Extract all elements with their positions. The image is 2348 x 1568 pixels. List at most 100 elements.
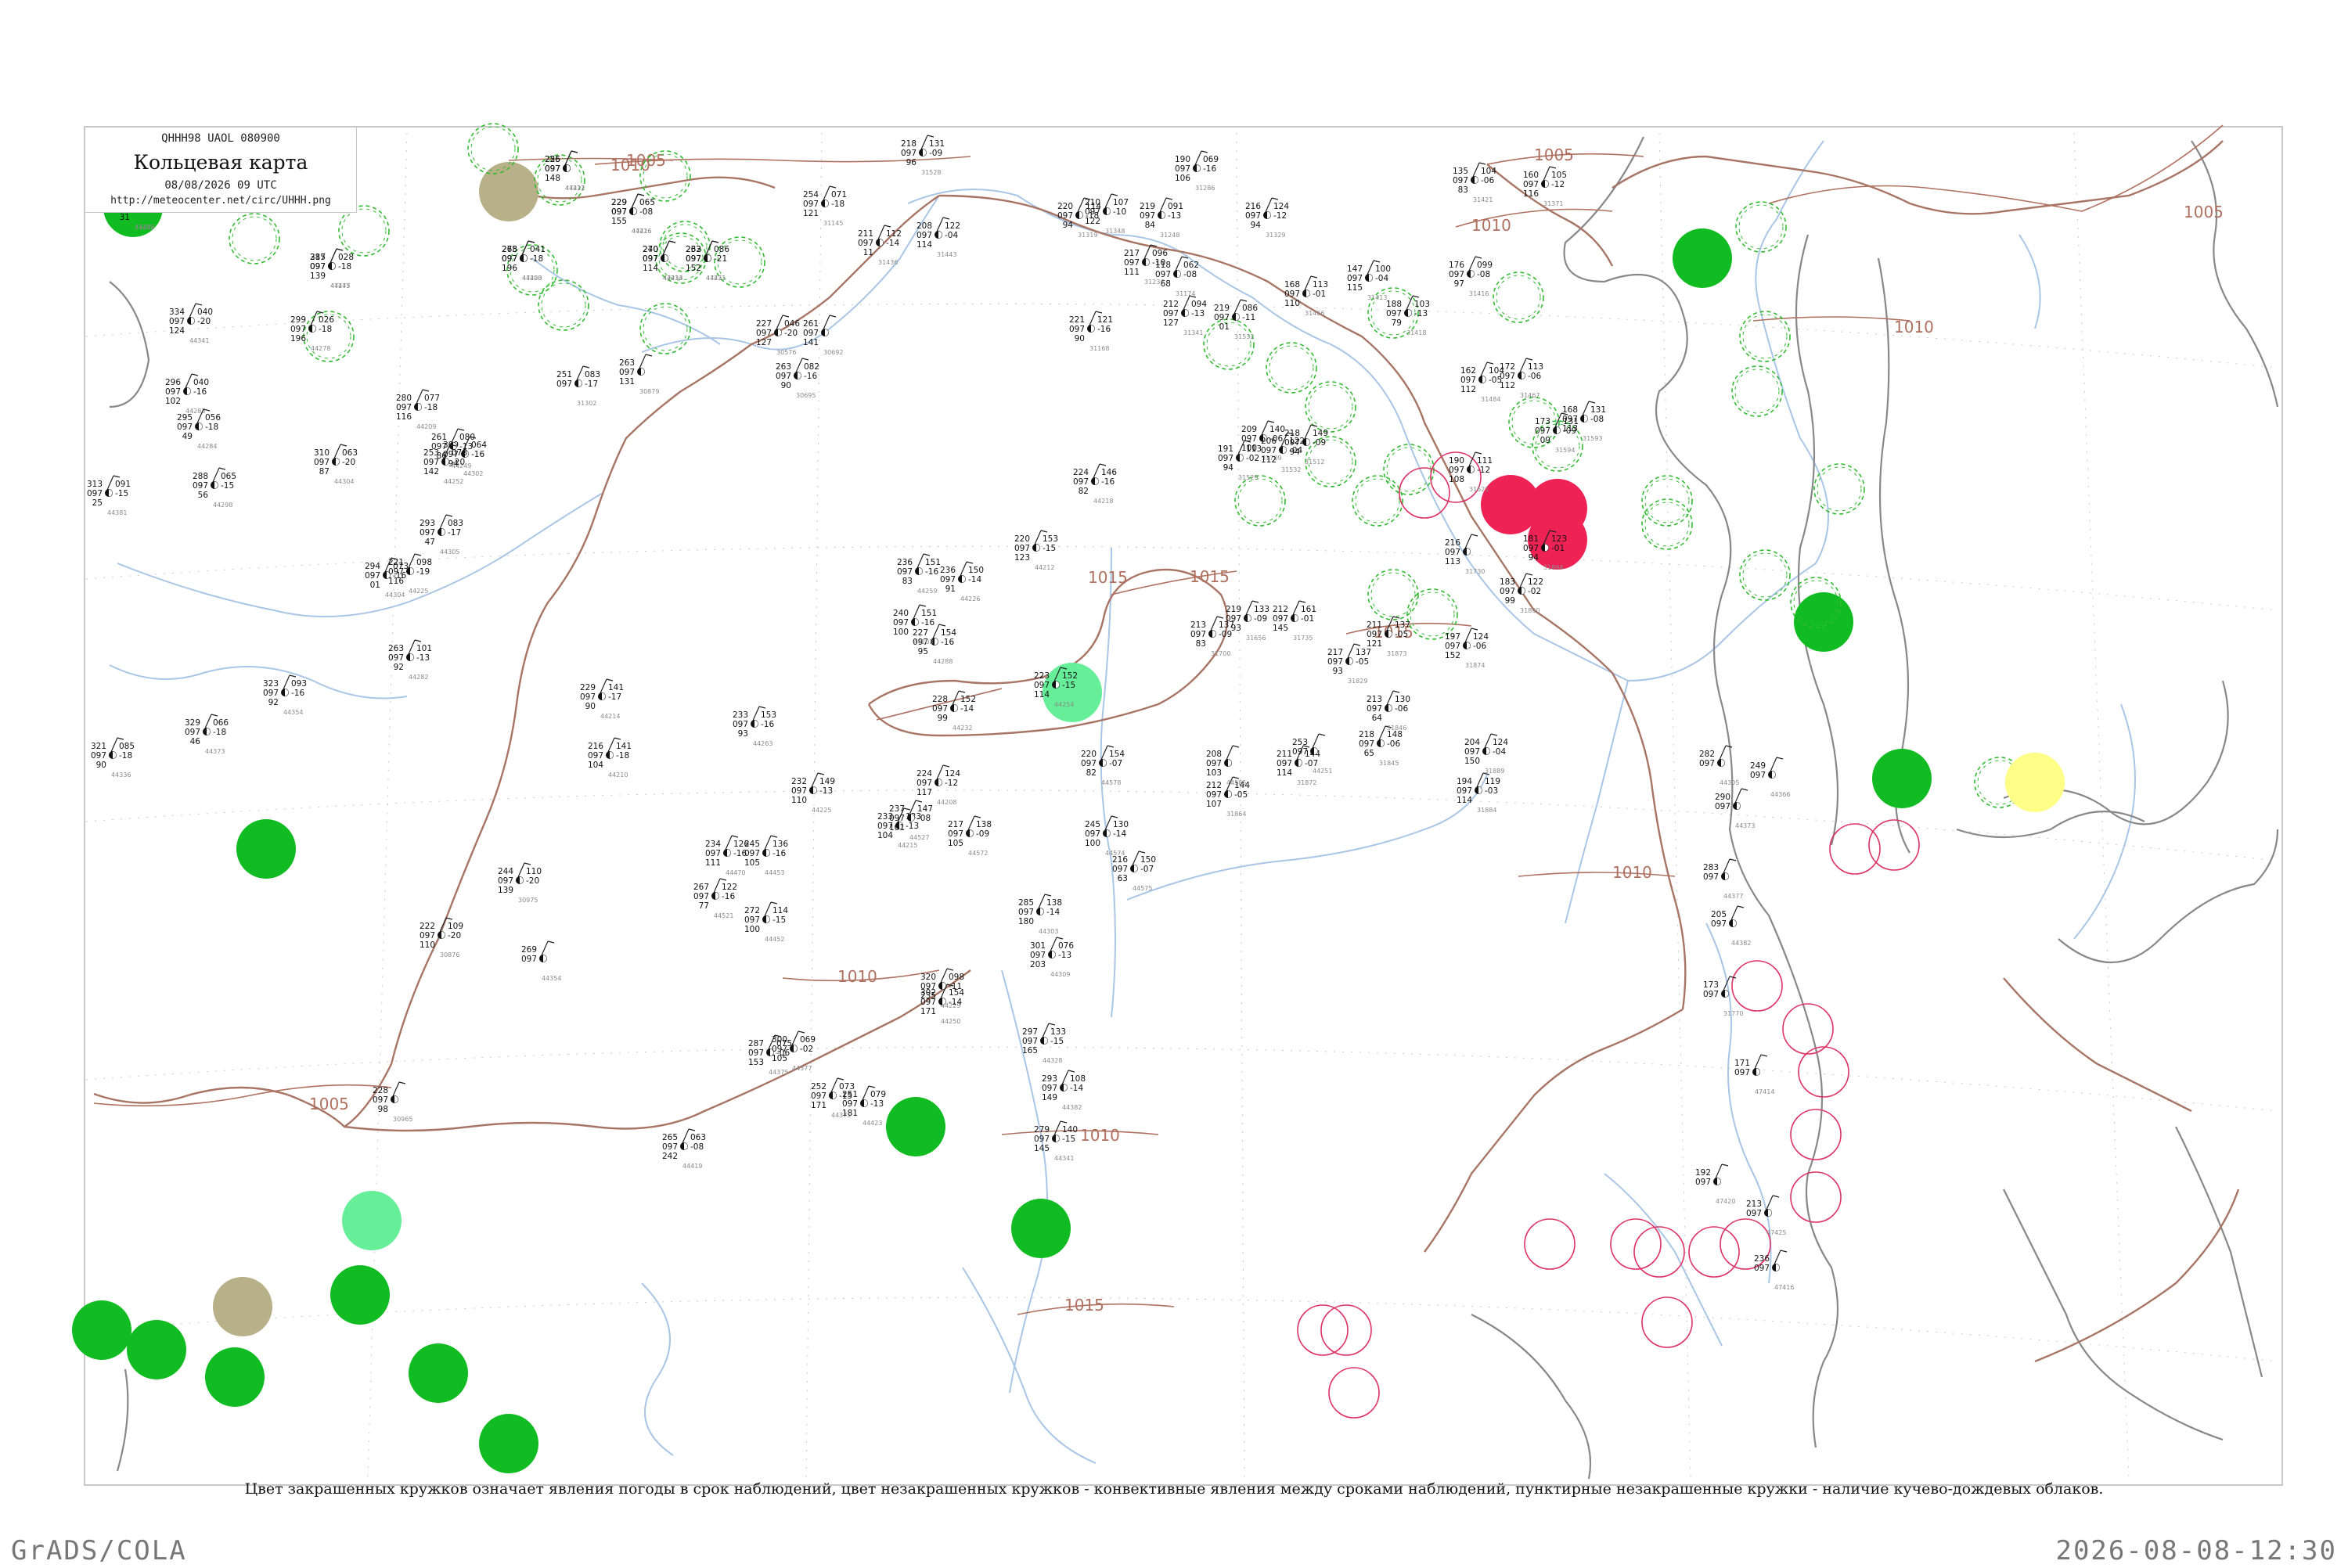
precip-filled-circle (886, 1097, 945, 1156)
station-index: 47420 (1716, 1198, 1735, 1205)
station-pressure: 147 (1347, 264, 1363, 274)
station-pressure: 229 (611, 198, 627, 207)
station-tendency: 097 (1445, 642, 1460, 651)
station-dewpoint: -18 (319, 325, 332, 334)
station-dewpoint: -08 (1590, 415, 1604, 424)
station-visibility: 145 (1273, 624, 1288, 633)
station-dewpoint: -09 (929, 149, 942, 158)
station-tendency: 097 (290, 325, 306, 334)
station-visibility: 114 (917, 240, 932, 250)
station-pressure: 227 (913, 628, 928, 638)
station-visibility: 82 (1086, 768, 1097, 778)
station-temperature: 150 (1140, 855, 1156, 865)
station-visibility: 92 (268, 698, 279, 707)
station-dewpoint: -09 (1563, 426, 1576, 436)
station-index: 44252 (444, 478, 463, 485)
station-dewpoint: -06 (1481, 176, 1494, 185)
station-temperature: 130 (1395, 695, 1410, 704)
station-pressure: 265 (662, 1133, 678, 1142)
station-pressure: 204 (1464, 738, 1480, 747)
station-temperature: 046 (784, 319, 800, 329)
station-temperature: 026 (319, 315, 334, 325)
station-tendency: 097 (1367, 704, 1382, 714)
station-dewpoint: -19 (416, 567, 430, 577)
station-tendency: 097 (1261, 446, 1277, 455)
station-tendency: 097 (1711, 919, 1727, 929)
precip-filled-circle (72, 1300, 131, 1360)
station-tendency: 097 (420, 528, 435, 538)
station-index: 44225 (812, 807, 831, 814)
station-tendency: 097 (177, 423, 193, 432)
station-pressure: 176 (1449, 261, 1464, 270)
station-dewpoint: -05 (1356, 657, 1369, 667)
station-temperature: 122 (722, 883, 737, 892)
station-pressure: 256 (545, 155, 560, 164)
station-pressure: 245 (1085, 820, 1100, 829)
station-visibility: 112 (1500, 381, 1515, 390)
station-dewpoint: -14 (949, 998, 962, 1007)
station-pressure: 190 (1449, 456, 1464, 466)
station-index: 44453 (765, 869, 784, 876)
station-pressure: 293 (1042, 1074, 1057, 1084)
station-dewpoint: -09 (1219, 630, 1232, 639)
station-dewpoint: -07 (1109, 759, 1122, 768)
station-temperature: 151 (921, 609, 937, 618)
station-pressure: 251 (556, 370, 572, 379)
station-temperature: 138 (976, 820, 992, 829)
station-tendency: 097 (1464, 747, 1480, 757)
station-tendency: 097 (772, 1045, 787, 1054)
source-url[interactable]: http://meteocenter.net/circ/UHHH.png (85, 195, 356, 207)
station-pressure: 216 (1245, 202, 1261, 211)
map-canvas: 1005 1010 1015 1005 1010 1010 1015 1015 1010 1010… (0, 0, 2348, 1566)
station-tendency: 097 (1695, 1178, 1711, 1187)
station-pressure: 212 (1273, 605, 1288, 614)
station-dewpoint: -18 (1086, 211, 1099, 221)
station-pressure: 263 (686, 245, 701, 254)
station-pressure: 191 (1218, 444, 1233, 454)
precip-filled-circle (236, 819, 296, 879)
station-index: 31894 (1543, 564, 1563, 571)
station-dewpoint: -12 (1273, 211, 1287, 221)
station-visibility: 01 (1219, 322, 1230, 332)
station-pressure: 280 (396, 394, 412, 403)
station-temperature: 069 (800, 1035, 816, 1045)
station-tendency: 097 (1057, 211, 1073, 221)
station-pressure: 219 (1140, 202, 1155, 211)
station-visibility: 100 (893, 628, 909, 637)
station-index: 44354 (542, 975, 561, 982)
station-dewpoint: -08 (1477, 270, 1490, 279)
station-temperature: 098 (949, 973, 964, 982)
isobar-label: 1005 (309, 1095, 349, 1113)
station-index: 31532 (1234, 333, 1254, 340)
station-pressure: 334 (169, 307, 185, 317)
station-temperature: 101 (416, 644, 432, 653)
station-temperature: 110 (526, 867, 542, 876)
station-dewpoint: -02 (800, 1045, 813, 1054)
station-dewpoint: -21 (714, 254, 727, 264)
station-pressure: 261 (431, 433, 447, 442)
station-tendency: 097 (1523, 180, 1539, 189)
station-index: 44381 (107, 509, 127, 516)
station-visibility: 111 (705, 858, 721, 868)
station-tendency: 097 (893, 618, 909, 628)
station-temperature: 073 (839, 1082, 855, 1091)
station-visibility: 117 (917, 788, 932, 797)
station-temperature: 147 (917, 804, 933, 814)
station-index: 31145 (823, 220, 843, 227)
station-pressure: 329 (185, 718, 200, 728)
station-index: 31418 (1406, 329, 1426, 336)
station-tendency: 097 (1022, 1037, 1038, 1046)
station-pressure: 285 (310, 253, 326, 262)
station-tendency: 097 (1703, 990, 1719, 999)
station-visibility: 114 (1034, 690, 1050, 699)
station-visibility: 112 (1261, 455, 1277, 465)
station-temperature: 063 (690, 1133, 706, 1142)
station-tendency: 097 (1042, 1084, 1057, 1093)
station-tendency: 097 (388, 653, 404, 663)
station-visibility: 84 (1145, 221, 1156, 230)
station-temperature: 108 (1070, 1074, 1086, 1084)
station-visibility: 111 (1124, 268, 1140, 277)
station-pressure: 297 (1022, 1027, 1038, 1037)
station-index: 44215 (898, 842, 917, 849)
station-pressure: 253 (423, 448, 439, 458)
